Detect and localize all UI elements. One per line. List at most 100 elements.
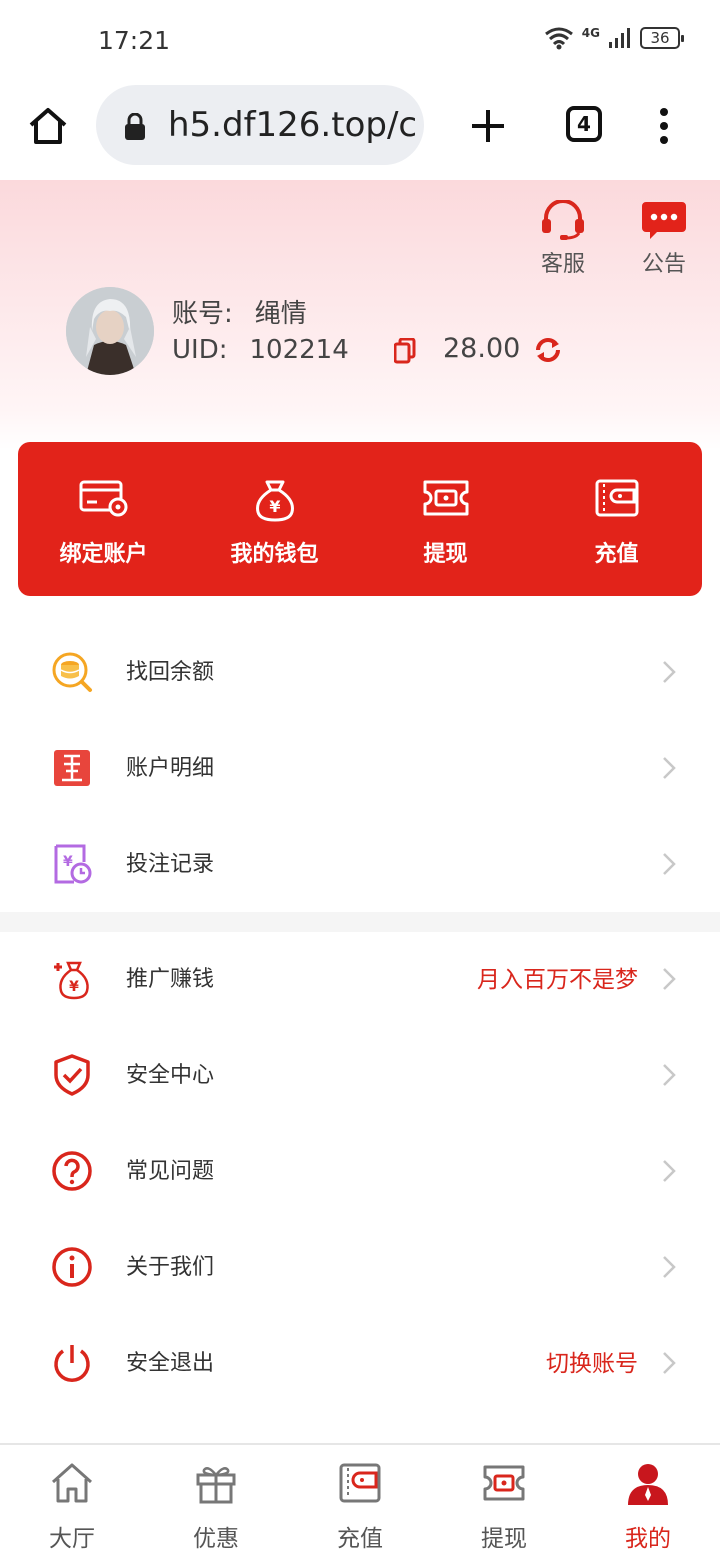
list-item-recover-balance[interactable]: 找回余额 bbox=[0, 624, 720, 720]
bind-account-button[interactable]: 绑定账户 bbox=[18, 442, 189, 596]
chevron-right-icon bbox=[663, 757, 676, 779]
list-item-security-center[interactable]: 安全中心 bbox=[0, 1027, 720, 1123]
withdraw-icon bbox=[423, 480, 469, 516]
browser-home-icon[interactable] bbox=[26, 104, 70, 148]
list-item-label: 安全中心 bbox=[126, 1063, 215, 1088]
nav-label: 我的 bbox=[625, 1526, 671, 1552]
quick-label: 绑定账户 bbox=[59, 542, 148, 567]
chevron-right-icon bbox=[663, 853, 676, 875]
chevron-right-icon bbox=[663, 661, 676, 683]
gift-icon bbox=[196, 1467, 236, 1504]
signal-icon bbox=[609, 28, 630, 48]
battery-icon: 36 bbox=[640, 27, 684, 49]
lock-icon bbox=[125, 113, 145, 140]
nav-withdraw[interactable]: 提现 bbox=[432, 1445, 576, 1562]
user-icon bbox=[628, 1464, 668, 1505]
recharge-button[interactable]: 充值 bbox=[531, 442, 702, 596]
my-wallet-button[interactable]: ¥ 我的钱包 bbox=[189, 442, 360, 596]
info-icon bbox=[52, 1247, 92, 1287]
list-item-label: 常见问题 bbox=[126, 1159, 215, 1184]
ledger-icon bbox=[54, 750, 90, 786]
copy-icon[interactable] bbox=[394, 338, 416, 364]
uid-row: UID: 102214 bbox=[172, 335, 349, 365]
list-item-promotion[interactable]: ¥ 推广赚钱 月入百万不是梦 bbox=[0, 931, 720, 1027]
quick-label: 我的钱包 bbox=[230, 542, 319, 567]
withdraw-button[interactable]: 提现 bbox=[360, 442, 531, 596]
customer-service-label: 客服 bbox=[540, 252, 585, 277]
list-item-label: 推广赚钱 bbox=[126, 967, 215, 992]
network-type: 4G bbox=[581, 26, 600, 40]
list-item-logout[interactable]: 安全退出 切换账号 bbox=[0, 1315, 720, 1411]
account-name: 绳情 bbox=[254, 299, 307, 329]
bet-record-icon: ¥ bbox=[54, 844, 92, 884]
message-icon bbox=[642, 202, 686, 239]
tab-switcher-button[interactable]: 4 bbox=[566, 106, 602, 142]
nav-label: 提现 bbox=[481, 1526, 527, 1552]
list-item-label: 安全退出 bbox=[126, 1351, 215, 1376]
list-item-label: 账户明细 bbox=[126, 756, 215, 781]
bottom-navigation: 大厅 优惠 充值 提现 我的 bbox=[0, 1443, 720, 1560]
uid-label: UID: bbox=[172, 335, 228, 365]
wallet-icon bbox=[595, 479, 639, 517]
new-tab-icon[interactable] bbox=[466, 104, 510, 148]
status-time: 17:21 bbox=[98, 26, 171, 55]
promo-bag-icon: ¥ bbox=[54, 961, 89, 1000]
profile-header: 客服 公告 账号: 绳情 UID: 102214 28.00 bbox=[0, 180, 720, 450]
chevron-right-icon bbox=[663, 1064, 676, 1086]
avatar[interactable] bbox=[66, 287, 154, 375]
list-item-label: 关于我们 bbox=[126, 1255, 215, 1280]
nav-label: 充值 bbox=[337, 1526, 383, 1552]
svg-text:¥: ¥ bbox=[69, 979, 79, 995]
notice-label: 公告 bbox=[641, 252, 686, 277]
list-item-bet-records[interactable]: ¥ 投注记录 bbox=[0, 816, 720, 912]
question-icon bbox=[52, 1151, 92, 1191]
uid-value: 102214 bbox=[249, 335, 349, 365]
coin-search-icon bbox=[52, 652, 92, 692]
status-bar: 17:21 4G 36 bbox=[0, 0, 720, 80]
headset-icon bbox=[542, 199, 584, 240]
nav-label: 优惠 bbox=[193, 1526, 239, 1552]
notice-button[interactable]: 公告 bbox=[634, 200, 694, 278]
money-bag-icon: ¥ bbox=[256, 480, 294, 522]
nav-label: 大厅 bbox=[49, 1526, 95, 1552]
status-icons: 4G 36 bbox=[544, 26, 684, 50]
quick-label: 充值 bbox=[594, 542, 639, 567]
svg-text:¥: ¥ bbox=[269, 497, 280, 516]
withdraw-icon bbox=[483, 1465, 525, 1501]
home-icon bbox=[51, 1463, 93, 1503]
nav-recharge[interactable]: 充值 bbox=[288, 1445, 432, 1562]
more-menu-icon[interactable] bbox=[654, 104, 674, 148]
customer-service-button[interactable]: 客服 bbox=[533, 199, 593, 278]
browser-toolbar: h5.df126.top/c 4 bbox=[0, 80, 720, 180]
chevron-right-icon bbox=[663, 968, 676, 990]
account-label: 账号: bbox=[172, 299, 233, 329]
list-item-faq[interactable]: 常见问题 bbox=[0, 1123, 720, 1219]
shield-icon bbox=[54, 1054, 90, 1096]
list-item-account-details[interactable]: 账户明细 bbox=[0, 720, 720, 816]
quick-label: 提现 bbox=[423, 542, 468, 567]
switch-account-link[interactable]: 切换账号 bbox=[546, 1344, 638, 1378]
power-icon bbox=[54, 1345, 90, 1382]
wifi-icon bbox=[544, 27, 573, 50]
section-divider bbox=[0, 912, 720, 932]
chevron-right-icon bbox=[663, 1352, 676, 1374]
avatar-image bbox=[66, 287, 154, 375]
quick-actions-card: 绑定账户 ¥ 我的钱包 提现 充值 bbox=[18, 442, 702, 596]
svg-text:¥: ¥ bbox=[63, 854, 73, 870]
nav-lobby[interactable]: 大厅 bbox=[0, 1445, 144, 1562]
chevron-right-icon bbox=[663, 1160, 676, 1182]
card-settings-icon bbox=[79, 480, 128, 517]
balance-value: 28.00 bbox=[443, 333, 521, 364]
list-item-about-us[interactable]: 关于我们 bbox=[0, 1219, 720, 1315]
refresh-icon[interactable] bbox=[534, 337, 562, 363]
url-text: h5.df126.top/c bbox=[168, 105, 418, 145]
account-row: 账号: 绳情 bbox=[172, 293, 307, 330]
list-item-label: 投注记录 bbox=[126, 852, 215, 877]
nav-mine[interactable]: 我的 bbox=[576, 1445, 720, 1562]
wallet-icon bbox=[339, 1463, 381, 1503]
list-item-label: 找回余额 bbox=[126, 660, 215, 685]
nav-promotions[interactable]: 优惠 bbox=[144, 1445, 288, 1562]
address-bar[interactable]: h5.df126.top/c bbox=[96, 85, 424, 165]
chevron-right-icon bbox=[663, 1256, 676, 1278]
promotion-slogan: 月入百万不是梦 bbox=[477, 967, 638, 993]
